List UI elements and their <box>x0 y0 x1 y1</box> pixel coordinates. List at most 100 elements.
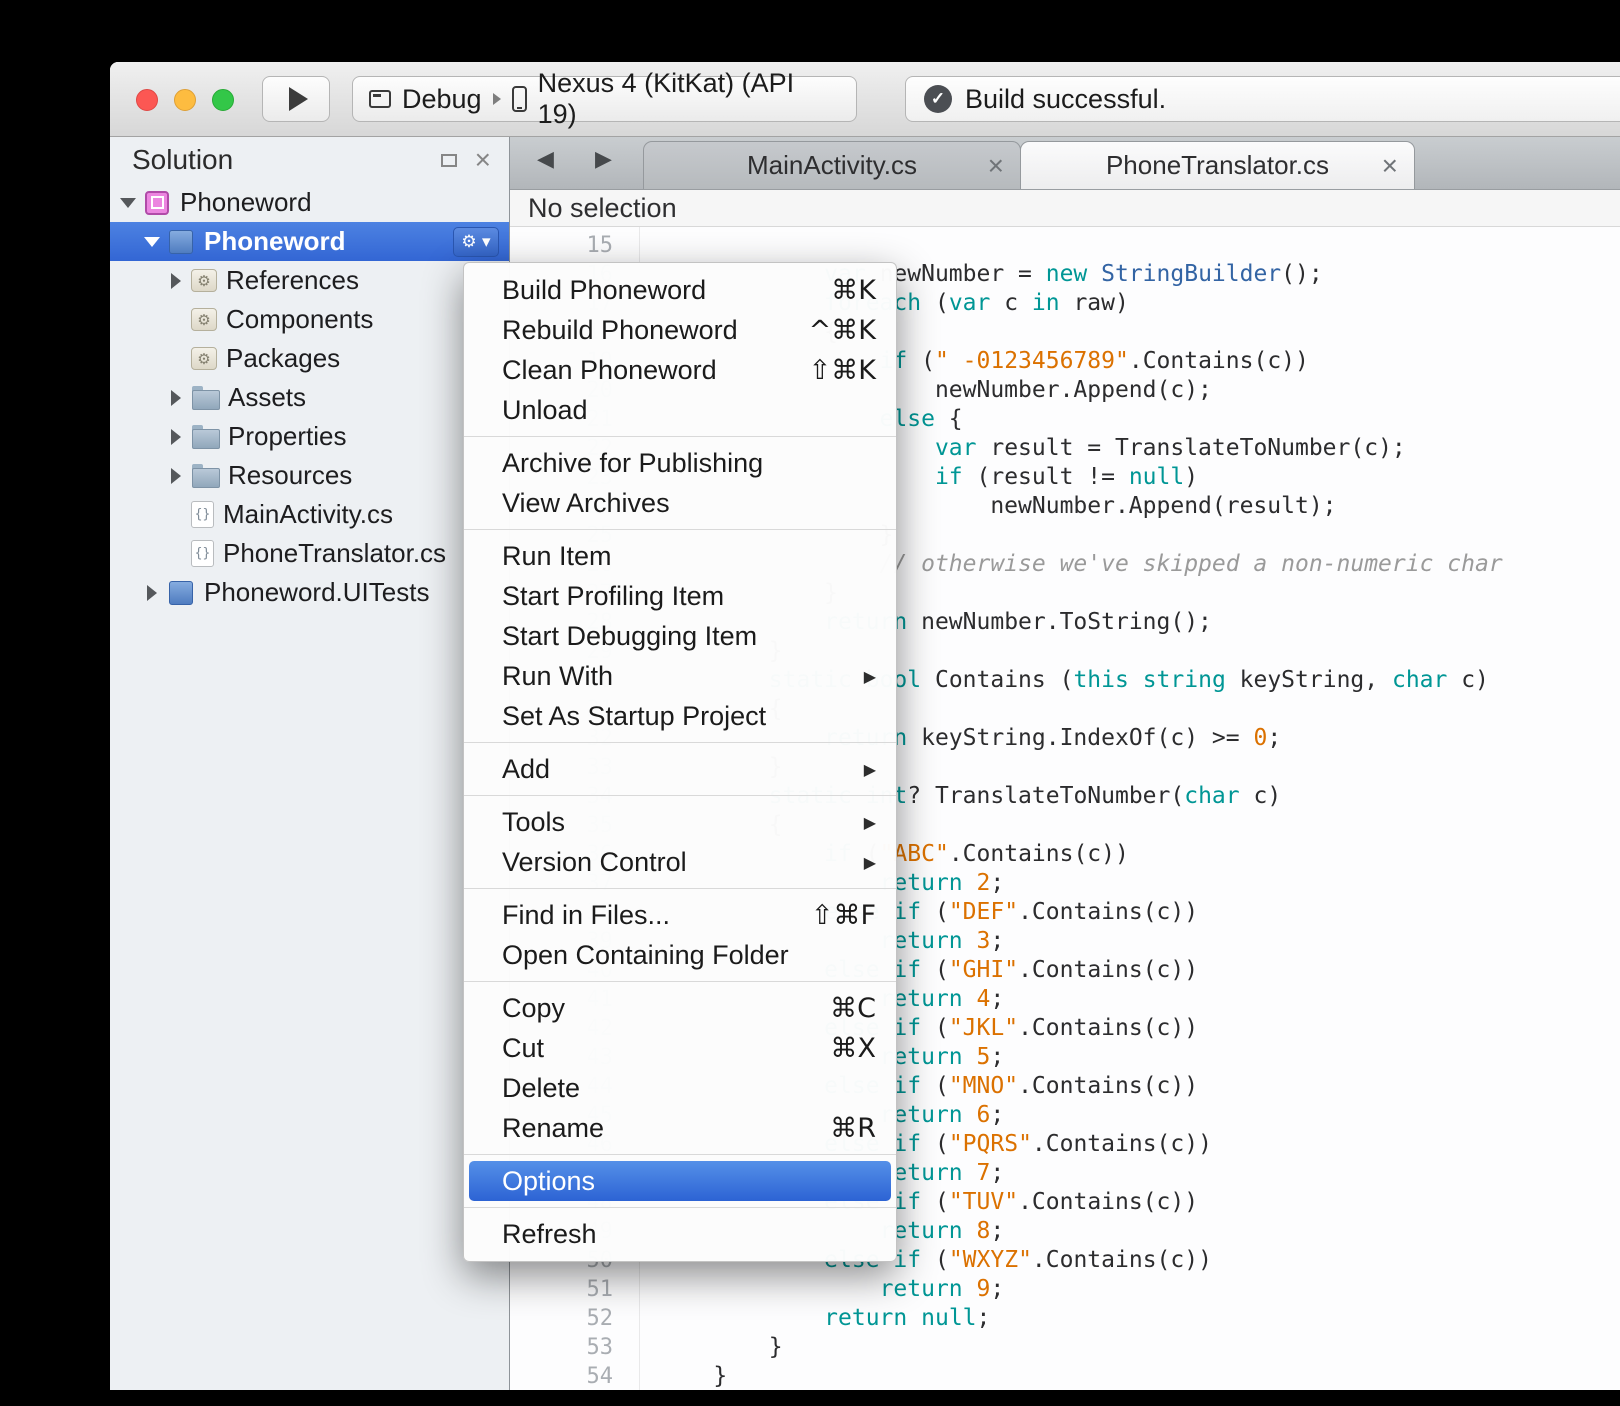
menu-item-label: Clean Phoneword <box>502 355 789 386</box>
menu-item-cut[interactable]: Cut⌘X <box>464 1028 896 1068</box>
menu-item-label: Refresh <box>502 1219 876 1250</box>
menu-item-set-as-startup-project[interactable]: Set As Startup Project <box>464 696 896 736</box>
menu-item-shortcut: ⌘X <box>831 1033 877 1064</box>
menu-item-find-in-files[interactable]: Find in Files...⇧⌘F <box>464 895 896 935</box>
menu-item-run-item[interactable]: Run Item <box>464 536 896 576</box>
menu-item-label: Run With <box>502 661 844 692</box>
project-options-gear-button[interactable]: ⚙ ▾ <box>453 227 499 257</box>
menu-item-refresh[interactable]: Refresh <box>464 1214 896 1254</box>
titlebar: Debug Nexus 4 (KitKat) (API 19) ✓ Build … <box>110 62 1620 137</box>
close-window-button[interactable] <box>136 89 158 111</box>
menu-separator <box>464 888 896 889</box>
tree-item-properties[interactable]: Properties <box>110 417 509 456</box>
submenu-arrow-icon: ▶ <box>864 813 876 832</box>
menu-item-view-archives[interactable]: View Archives <box>464 483 896 523</box>
check-icon: ✓ <box>924 85 952 113</box>
tab-label: PhoneTranslator.cs <box>1106 150 1329 181</box>
menu-item-label: Open Containing Folder <box>502 940 876 971</box>
expand-icon[interactable] <box>166 271 186 291</box>
menu-item-open-containing-folder[interactable]: Open Containing Folder <box>464 935 896 975</box>
minimize-window-button[interactable] <box>174 89 196 111</box>
expander-spacer <box>166 349 186 369</box>
menu-item-rename[interactable]: Rename⌘R <box>464 1108 896 1148</box>
code-line: return 9; <box>658 1275 1620 1304</box>
tree-item-assets[interactable]: Assets <box>110 378 509 417</box>
tree-item-phoneword[interactable]: Phoneword <box>110 183 509 222</box>
expand-icon[interactable] <box>166 466 186 486</box>
menu-item-label: Delete <box>502 1073 876 1104</box>
expand-icon[interactable] <box>166 388 186 408</box>
config-label: Debug <box>402 84 482 115</box>
tab-phonetranslator-cs[interactable]: PhoneTranslator.cs × <box>1020 141 1415 189</box>
tree-item-label: Properties <box>228 421 347 452</box>
package-icon: ⚙ <box>191 308 217 331</box>
tree-item-label: PhoneTranslator.cs <box>223 538 446 569</box>
menu-item-label: Rebuild Phoneword <box>502 315 789 346</box>
csfile-icon: {} <box>191 501 214 528</box>
menu-item-label: Unload <box>502 395 876 426</box>
close-pad-icon[interactable]: × <box>475 146 491 174</box>
menu-item-build-phoneword[interactable]: Build Phoneword⌘K <box>464 270 896 310</box>
breadcrumb-label: No selection <box>528 193 677 224</box>
breadcrumb: No selection <box>510 190 1620 227</box>
zoom-window-button[interactable] <box>212 89 234 111</box>
tree-item-resources[interactable]: Resources <box>110 456 509 495</box>
menu-item-label: Start Profiling Item <box>502 581 876 612</box>
menu-item-archive-for-publishing[interactable]: Archive for Publishing <box>464 443 896 483</box>
menu-item-rebuild-phoneword[interactable]: Rebuild Phoneword ^⌘K <box>464 310 896 350</box>
menu-item-start-debugging-item[interactable]: Start Debugging Item <box>464 616 896 656</box>
code-line <box>658 231 1620 260</box>
tree-item-components[interactable]: ⚙Components <box>110 300 509 339</box>
menu-item-add[interactable]: Add▶ <box>464 749 896 789</box>
folder-icon <box>191 423 219 451</box>
menu-separator <box>464 1207 896 1208</box>
menu-item-label: Tools <box>502 807 844 838</box>
menu-item-label: Version Control <box>502 847 844 878</box>
expand-icon[interactable] <box>142 583 162 603</box>
tree-item-packages[interactable]: ⚙Packages <box>110 339 509 378</box>
menu-item-unload[interactable]: Unload <box>464 390 896 430</box>
menu-item-start-profiling-item[interactable]: Start Profiling Item <box>464 576 896 616</box>
menu-item-shortcut: ⇧⌘K <box>809 355 876 386</box>
code-line: return null; <box>658 1304 1620 1333</box>
run-button[interactable] <box>262 76 330 122</box>
submenu-arrow-icon: ▶ <box>864 853 876 872</box>
tree-item-phonetranslator-cs[interactable]: {}PhoneTranslator.cs <box>110 534 509 573</box>
tree-item-phoneword-uitests[interactable]: Phoneword.UITests <box>110 573 509 612</box>
close-tab-icon[interactable]: × <box>988 152 1004 180</box>
dock-pad-icon[interactable] <box>441 154 457 167</box>
menu-item-options[interactable]: Options <box>469 1161 891 1201</box>
menu-item-label: Build Phoneword <box>502 275 811 306</box>
collapse-icon[interactable] <box>142 232 162 252</box>
tree-item-references[interactable]: ⚙References <box>110 261 509 300</box>
context-menu: Build Phoneword⌘K Rebuild Phoneword ^⌘K Cle… <box>463 262 897 1262</box>
build-config-selector[interactable]: Debug Nexus 4 (KitKat) (API 19) <box>352 76 857 122</box>
menu-item-run-with[interactable]: Run With▶ <box>464 656 896 696</box>
collapse-icon[interactable] <box>118 193 138 213</box>
nav-back-icon[interactable]: ◀ <box>537 147 554 172</box>
menu-item-shortcut: ^⌘K <box>809 315 876 346</box>
menu-item-tools[interactable]: Tools ▶ <box>464 802 896 842</box>
menu-item-version-control[interactable]: Version Control ▶ <box>464 842 896 882</box>
line-number: 15 <box>510 231 639 260</box>
expander-spacer <box>166 310 186 330</box>
close-tab-icon[interactable]: × <box>1382 152 1398 180</box>
menu-separator <box>464 1154 896 1155</box>
menu-item-delete[interactable]: Delete <box>464 1068 896 1108</box>
menu-item-clean-phoneword[interactable]: Clean Phoneword ⇧⌘K <box>464 350 896 390</box>
tree-item-phoneword[interactable]: Phoneword⚙ ▾ <box>110 222 509 261</box>
tab-mainactivity-cs[interactable]: MainActivity.cs × <box>643 141 1021 189</box>
menu-item-copy[interactable]: Copy⌘C <box>464 988 896 1028</box>
expander-spacer <box>166 505 186 525</box>
menu-item-shortcut: ⇧⌘F <box>811 900 876 931</box>
tree-item-mainactivity-cs[interactable]: {}MainActivity.cs <box>110 495 509 534</box>
tab-strip: MainActivity.cs × PhoneTranslator.cs × <box>643 137 1620 189</box>
menu-separator <box>464 795 896 796</box>
tab-label: MainActivity.cs <box>747 150 917 181</box>
expand-icon[interactable] <box>166 427 186 447</box>
nav-forward-icon[interactable]: ▶ <box>595 147 612 172</box>
submenu-arrow-icon: ▶ <box>864 760 876 779</box>
menu-item-label: View Archives <box>502 488 876 519</box>
package-icon: ⚙ <box>191 269 217 292</box>
build-status-bar[interactable]: ✓ Build successful. <box>905 76 1620 122</box>
